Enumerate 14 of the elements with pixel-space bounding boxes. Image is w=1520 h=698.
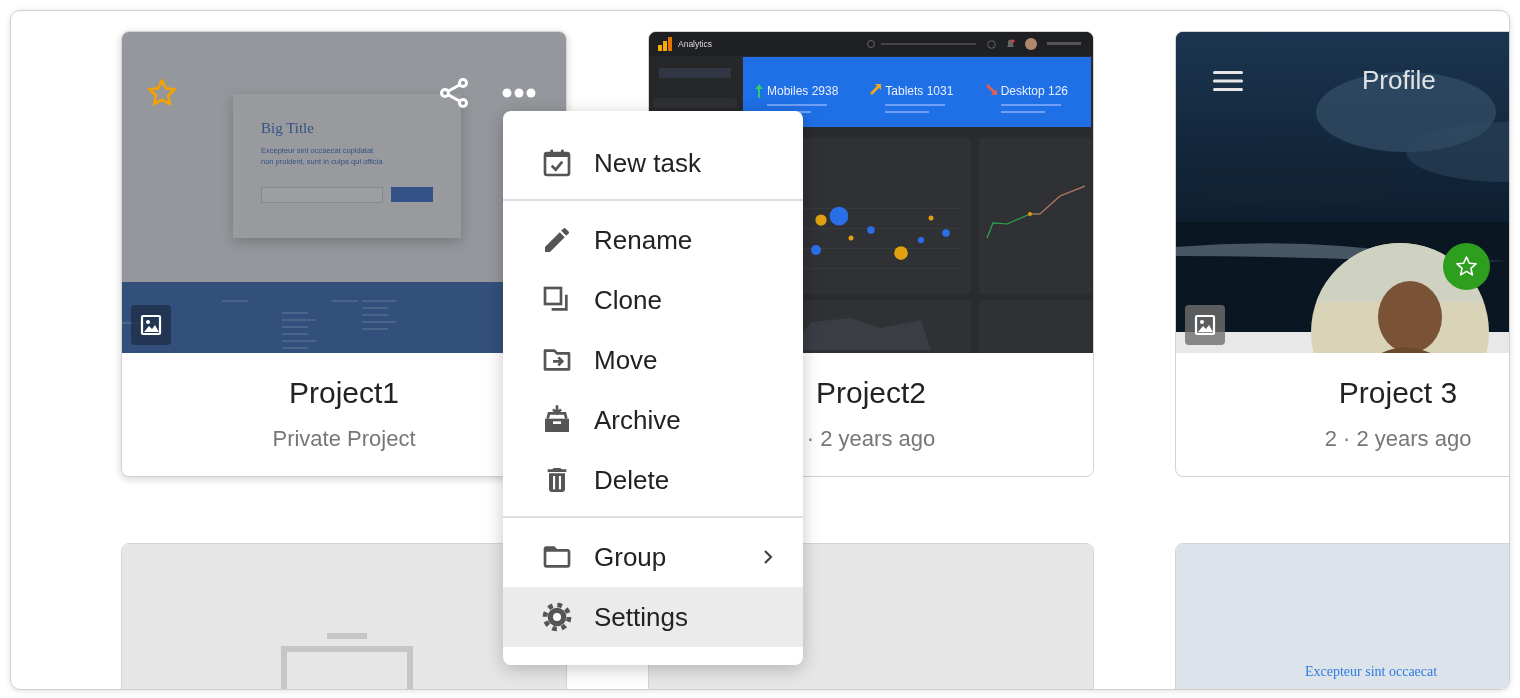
- stat-label: Tablets 1031: [885, 84, 954, 98]
- page-heading: Big Title: [261, 120, 315, 137]
- page-paragraph: Excepteur sint occaecat: [1305, 664, 1438, 680]
- stat-label: Desktop 126: [1000, 84, 1069, 98]
- project-title: Project1: [288, 375, 400, 411]
- project-title: Project2: [815, 375, 927, 411]
- project-title: Project 3: [1338, 375, 1458, 411]
- project-meta: 2 · 2 years ago: [1324, 425, 1472, 453]
- stat-label: Mobiles 2938: [767, 84, 839, 98]
- app-name: Analytics: [678, 39, 712, 49]
- project-meta: Private Project: [272, 425, 416, 453]
- menu-item[interactable]: Group: [503, 527, 803, 587]
- project-meta: · 2 years ago: [806, 425, 936, 453]
- menu-item[interactable]: Settings: [503, 587, 803, 647]
